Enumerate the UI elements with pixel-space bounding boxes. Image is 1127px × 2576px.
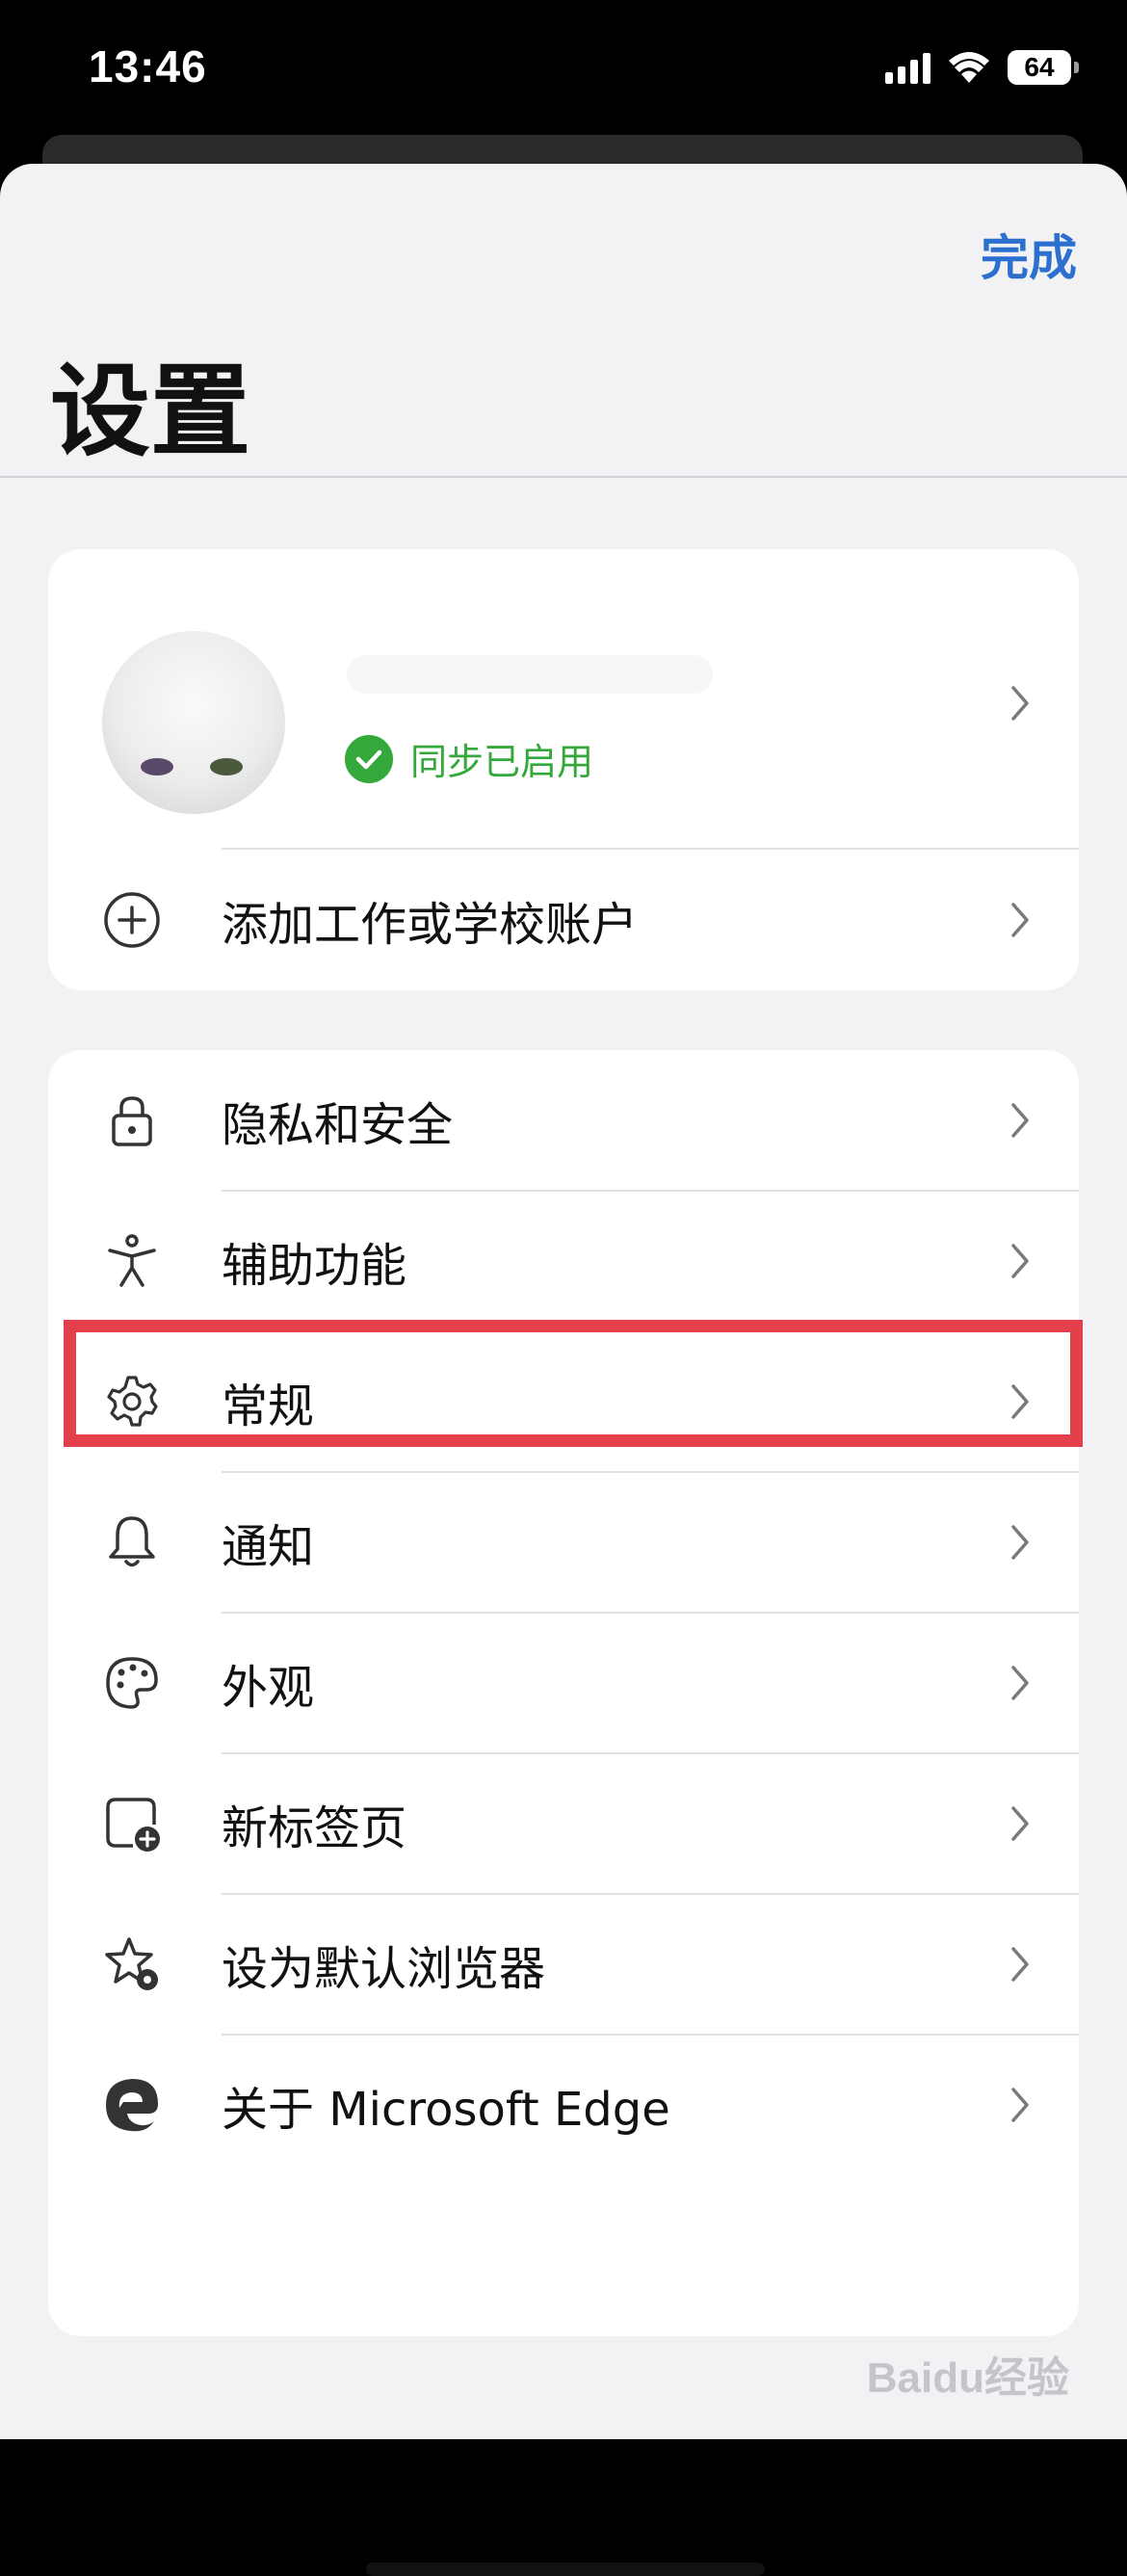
sync-status: 同步已启用 <box>345 732 593 785</box>
chevron-right-icon <box>1011 1102 1029 1138</box>
chevron-right-icon <box>1011 1524 1029 1560</box>
title-divider <box>0 476 1127 478</box>
chevron-right-icon <box>1011 686 1029 721</box>
account-card: 同步已启用 添加工作或学校账户 <box>48 549 1079 990</box>
bell-icon <box>109 1515 155 1566</box>
sync-status-label: 同步已启用 <box>410 741 594 783</box>
watermark: Baidu经验 <box>866 2354 1069 2402</box>
add-account-row[interactable]: 添加工作或学校账户 <box>48 850 1079 989</box>
settings-item-label: 外观 <box>222 1660 315 1715</box>
edge-logo-icon <box>106 2078 158 2131</box>
settings-card: 隐私和安全 辅助功能 常规 通知 外观 新标签页 设为默认浏览器 关于 Micr… <box>48 1050 1079 2336</box>
status-icons: 64 <box>885 50 1079 85</box>
settings-item-notifications[interactable]: 通知 <box>48 1472 1079 1612</box>
settings-item-label: 新标签页 <box>222 1801 407 1855</box>
settings-item-general[interactable]: 常规 <box>48 1331 1079 1471</box>
gear-icon <box>107 1375 158 1427</box>
chevron-right-icon <box>1011 1805 1029 1841</box>
home-indicator[interactable] <box>366 2563 765 2576</box>
settings-sheet: 完成 设置 同步已启用 添加工作或学校账户 隐私和安全 辅助功能 常规 通知 外… <box>0 164 1127 2576</box>
settings-item-label: 设为默认浏览器 <box>222 1941 546 1996</box>
settings-item-label: 隐私和安全 <box>222 1097 454 1152</box>
settings-item-default-browser[interactable]: 设为默认浏览器 <box>48 1894 1079 2034</box>
settings-item-appearance[interactable]: 外观 <box>48 1613 1079 1752</box>
page-title: 设置 <box>50 353 251 470</box>
add-account-label: 添加工作或学校账户 <box>222 897 639 952</box>
check-icon <box>345 734 393 783</box>
chevron-right-icon <box>1011 1665 1029 1700</box>
settings-item-label: 辅助功能 <box>222 1238 407 1293</box>
done-button[interactable]: 完成 <box>981 220 1077 289</box>
avatar <box>102 631 285 814</box>
chevron-right-icon <box>1011 1946 1029 1982</box>
status-bar: 13:46 64 <box>0 0 1127 145</box>
settings-item-label: 关于 Microsoft Edge <box>222 2082 670 2137</box>
cellular-signal-icon <box>885 51 930 84</box>
new-tab-icon <box>106 1797 160 1852</box>
chevron-right-icon <box>1011 1383 1029 1419</box>
chevron-right-icon <box>1011 902 1029 937</box>
lock-icon <box>112 1095 152 1146</box>
settings-item-accessibility[interactable]: 辅助功能 <box>48 1191 1079 1330</box>
chevron-right-icon <box>1011 2087 1029 2122</box>
account-name-blurred <box>347 655 713 694</box>
star-gear-icon <box>105 1936 158 1990</box>
palette-icon <box>106 1656 158 1709</box>
settings-item-about-edge[interactable]: 关于 Microsoft Edge <box>48 2035 1079 2174</box>
status-time: 13:46 <box>89 41 207 92</box>
battery-indicator: 64 <box>1008 50 1079 85</box>
accessibility-icon <box>108 1233 156 1287</box>
settings-item-label: 常规 <box>222 1379 315 1433</box>
settings-item-privacy[interactable]: 隐私和安全 <box>48 1050 1079 1190</box>
settings-item-label: 通知 <box>222 1519 315 1574</box>
plus-circle-icon <box>104 891 160 948</box>
settings-item-new-tab[interactable]: 新标签页 <box>48 1753 1079 1893</box>
profile-row[interactable]: 同步已启用 <box>48 549 1079 848</box>
chevron-right-icon <box>1011 1243 1029 1278</box>
wifi-icon <box>949 52 989 83</box>
